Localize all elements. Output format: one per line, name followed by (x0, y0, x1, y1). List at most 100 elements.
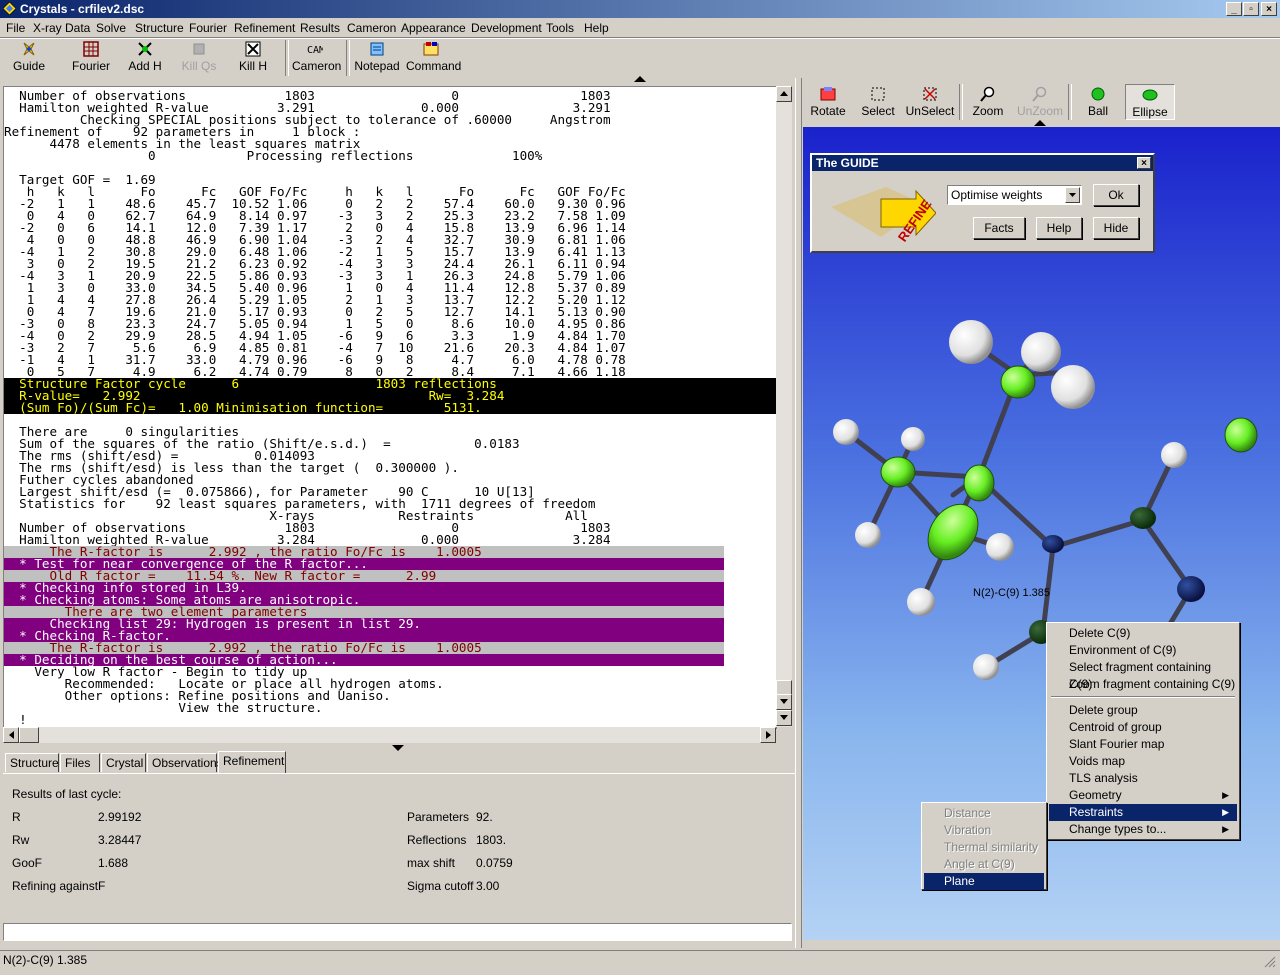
minimize-button[interactable]: _ (1226, 2, 1242, 16)
rotate-button[interactable]: Rotate (808, 86, 848, 118)
submenu-vibration[interactable]: Vibration (924, 822, 1044, 839)
output-text-area[interactable]: Number of observations 1803 0 1803 Hamil… (3, 86, 777, 729)
tab-crystal[interactable]: Crystal (101, 753, 146, 772)
unzoom-button[interactable]: UnZoom (1015, 86, 1065, 118)
scroll-down-button[interactable] (776, 694, 792, 710)
menu-slant-fourier[interactable]: Slant Fourier map (1049, 736, 1237, 753)
tab-files[interactable]: Files (60, 753, 100, 772)
scroll-right-button[interactable] (760, 727, 776, 743)
menu-change-types[interactable]: Change types to... ▶ (1049, 821, 1237, 838)
menu-results[interactable]: Results (300, 21, 340, 35)
menu-voids-map[interactable]: Voids map (1049, 753, 1237, 770)
menu-tls-analysis[interactable]: TLS analysis (1049, 770, 1237, 787)
unzoom-icon (1032, 86, 1047, 102)
submenu-angle[interactable]: Angle at C(9) (924, 856, 1044, 873)
output-line: ! (4, 712, 27, 727)
restore-button[interactable]: ▫ (1243, 2, 1259, 16)
result-r-label: R (12, 810, 21, 824)
ellipse-icon (1142, 89, 1158, 101)
hscroll-thumb[interactable] (19, 727, 39, 743)
ball-button[interactable]: Ball (1078, 86, 1118, 118)
dropdown-arrow-icon[interactable] (1065, 187, 1080, 203)
ball-label: Ball (1087, 104, 1108, 118)
splitter-up-icon[interactable] (634, 76, 646, 83)
zoom-magnifier-icon (980, 86, 995, 102)
menu-select-fragment[interactable]: Select fragment containing C(9) (1049, 659, 1237, 691)
scroll-left-button[interactable] (3, 727, 19, 743)
select-button[interactable]: Select (857, 86, 899, 118)
guide-ok-button[interactable]: Ok (1093, 184, 1139, 206)
guide-label: Guide (12, 59, 46, 73)
select-icon (871, 87, 885, 101)
rotate-icon (820, 87, 836, 101)
add-h-label: Add H (128, 59, 162, 73)
unselect-icon (923, 87, 937, 101)
guide-hide-button[interactable]: Hide (1093, 217, 1139, 239)
vertical-splitter[interactable] (795, 78, 802, 948)
menu-zoom-fragment[interactable]: Zoom fragment containing C(9) (1049, 676, 1237, 693)
fourier-button[interactable]: Fourier (70, 41, 112, 73)
menu-help[interactable]: Help (584, 21, 609, 35)
add-h-button[interactable]: Add H (124, 41, 166, 73)
menu-cameron[interactable]: Cameron (347, 21, 396, 35)
tab-observations[interactable]: Observations (147, 753, 223, 772)
menu-fourier[interactable]: Fourier (189, 21, 227, 35)
submenu-plane[interactable]: Plane (924, 873, 1044, 890)
menu-delete-atom[interactable]: Delete C(9) (1049, 625, 1237, 642)
output-line: (Sum Fo)/(Sum Fc)= 1.00 Minimisation fun… (4, 401, 776, 414)
resize-grip-icon[interactable] (1264, 955, 1276, 968)
kill-h-button[interactable]: Kill H (232, 41, 274, 73)
tab-structure[interactable]: Structure (5, 753, 59, 772)
ellipse-button[interactable]: Ellipse (1125, 84, 1175, 120)
guide-action-select[interactable]: Optimise weights (947, 185, 1082, 205)
menu-centroid[interactable]: Centroid of group (1049, 719, 1237, 736)
menu-refinement[interactable]: Refinement (234, 21, 295, 35)
zoom-button[interactable]: Zoom (968, 86, 1008, 118)
notepad-button[interactable]: Notepad (354, 41, 400, 73)
guide-facts-button[interactable]: Facts (973, 217, 1025, 239)
kill-q-icon (193, 43, 205, 55)
command-button[interactable]: Command (406, 41, 461, 73)
guide-close-button[interactable]: × (1137, 157, 1151, 169)
menu-geometry[interactable]: Geometry ▶ (1049, 787, 1237, 804)
menu-development[interactable]: Development (471, 21, 542, 35)
output-scrollbar[interactable] (776, 86, 792, 727)
atom-context-menu: Delete C(9) Environment of C(9) Select f… (1046, 622, 1240, 840)
output-hscrollbar[interactable] (3, 727, 776, 743)
close-button[interactable]: × (1261, 2, 1277, 16)
title-bar: Crystals - crfilev2.dsc _ ▫ × (0, 0, 1280, 18)
menu-restraints[interactable]: Restraints ▶ (1049, 804, 1237, 821)
kill-qs-button[interactable]: Kill Qs (178, 41, 220, 73)
menu-xray-data[interactable]: X-ray Data (33, 21, 90, 35)
unzoom-label: UnZoom (1016, 104, 1063, 118)
tab-refinement[interactable]: Refinement (218, 751, 286, 773)
submenu-distance[interactable]: Distance (924, 805, 1044, 822)
menu-appearance[interactable]: Appearance (401, 21, 466, 35)
menu-delete-group[interactable]: Delete group (1049, 702, 1237, 719)
view-toolbar-separator (1068, 84, 1072, 120)
fourier-label: Fourier (71, 59, 110, 73)
result-sigma-value: 3.00 (476, 879, 500, 893)
submenu-thermal-similarity[interactable]: Thermal similarity (924, 839, 1044, 856)
menu-tools[interactable]: Tools (546, 21, 574, 35)
guide-title-bar: The GUIDE (812, 155, 1153, 171)
view-splitter-up-icon[interactable] (1034, 120, 1046, 126)
menu-file[interactable]: File (6, 21, 25, 35)
restraints-submenu: Distance Vibration Thermal similarity An… (921, 802, 1047, 890)
splitter-down-icon[interactable] (392, 745, 404, 751)
menu-structure[interactable]: Structure (135, 21, 184, 35)
unselect-button[interactable]: UnSelect (904, 86, 956, 118)
menu-environment[interactable]: Environment of C(9) (1049, 642, 1237, 659)
scroll-up-button[interactable] (776, 86, 792, 102)
cameron-button[interactable]: CAM Cameron (292, 41, 341, 73)
result-maxshift-label: max shift (407, 856, 456, 870)
scroll-down-button-2[interactable] (776, 710, 792, 726)
result-reflections-value: 1803. (476, 833, 507, 847)
menu-solve[interactable]: Solve (96, 21, 126, 35)
crystals-app-icon (3, 2, 16, 15)
guide-button[interactable]: Guide (8, 41, 50, 73)
command-input[interactable] (3, 923, 792, 941)
guide-help-button[interactable]: Help (1036, 217, 1082, 239)
zoom-label: Zoom (972, 104, 1004, 118)
menu-bar: File X-ray Data Solve Structure Fourier … (0, 18, 1280, 37)
